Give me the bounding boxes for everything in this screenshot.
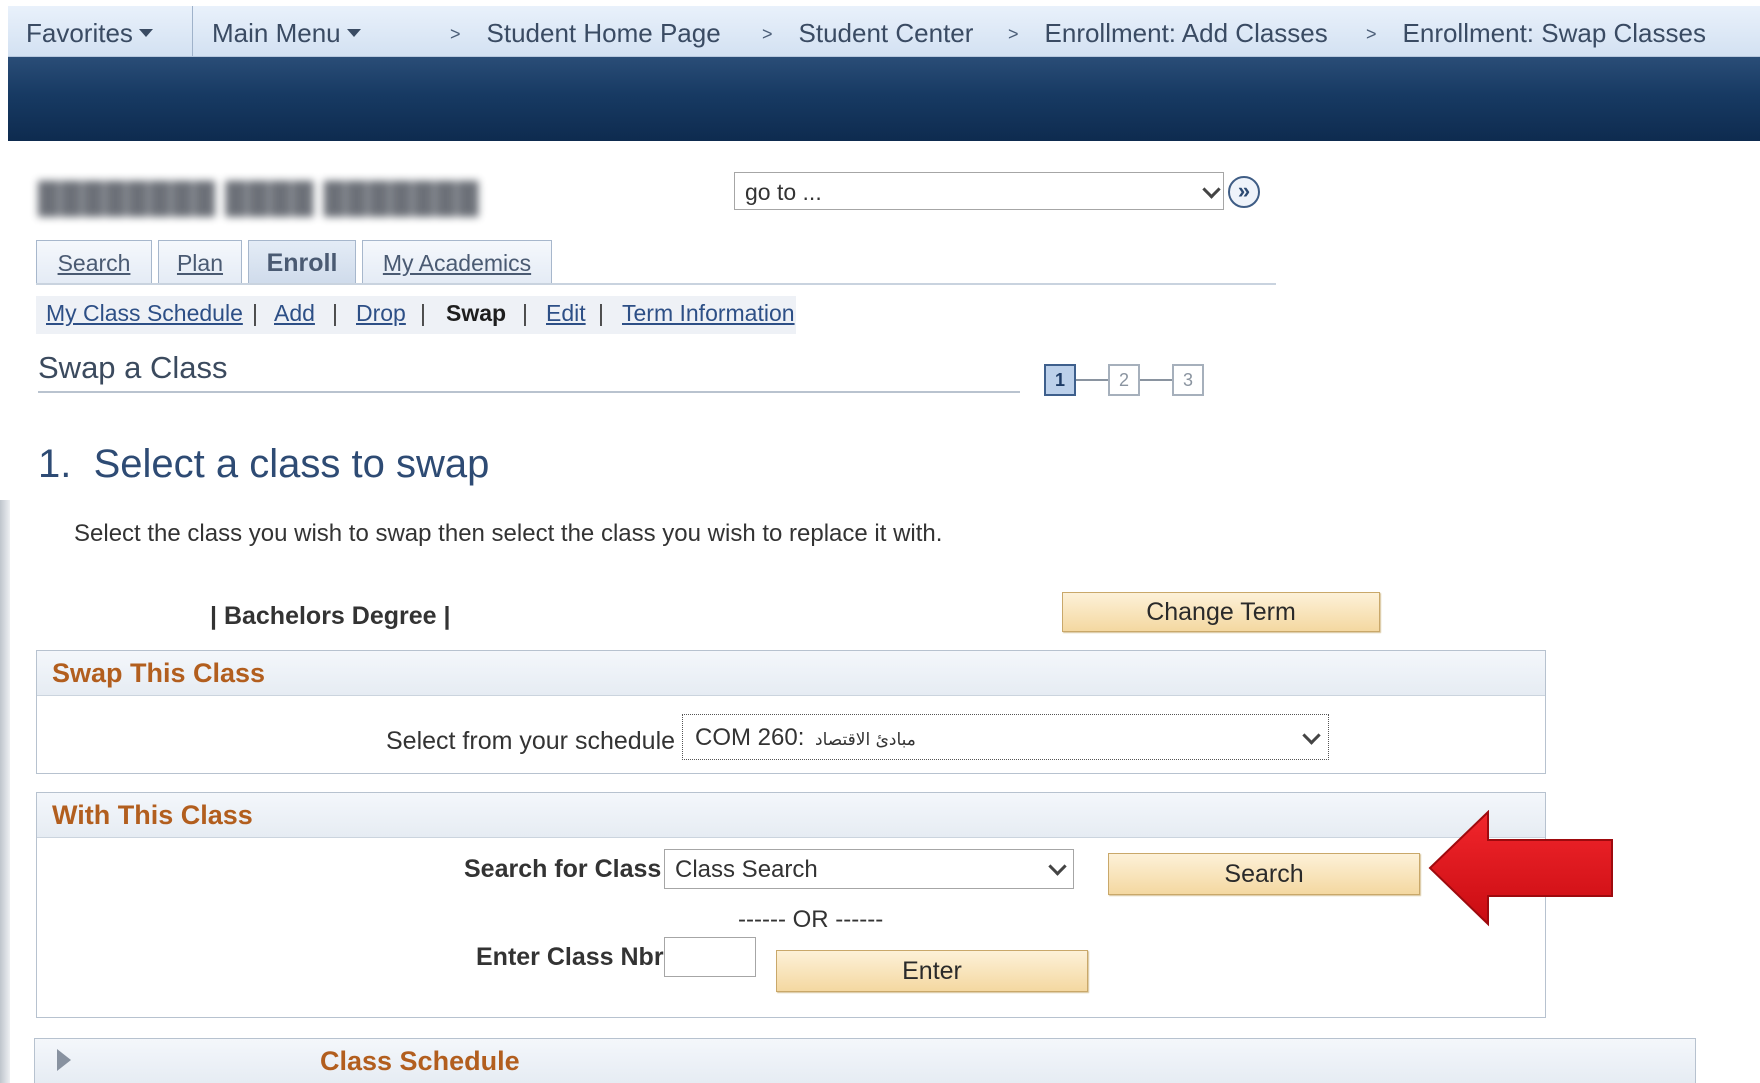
subnav-add[interactable]: Add	[274, 300, 315, 327]
change-term-button[interactable]: Change Term	[1062, 592, 1380, 632]
tab-label: My Academics	[382, 250, 532, 276]
chevron-right-icon: >	[1008, 24, 1019, 44]
search-button[interactable]: Search	[1108, 853, 1420, 895]
class-search-dropdown[interactable]: Class Search	[664, 849, 1074, 889]
caret-down-icon	[346, 29, 361, 38]
class-schedule-collapsible[interactable]: Class Schedule	[34, 1038, 1696, 1083]
divider: |	[598, 300, 604, 326]
expand-triangle-icon[interactable]	[57, 1049, 71, 1071]
step-heading: 1. Select a class to swap	[38, 442, 490, 486]
section-header: Swap This Class	[37, 651, 1545, 696]
divider: |	[332, 300, 338, 326]
tab-label: Search	[57, 250, 131, 276]
student-name-redacted: ████████ ████ ███████	[38, 182, 480, 215]
breadcrumb-label: Student Home Page	[486, 18, 721, 48]
schedule-selected-value: COM 260: مبادئ الاقتصاد	[695, 724, 916, 752]
subnav-my-class-schedule[interactable]: My Class Schedule	[46, 300, 243, 327]
class-nbr-label: Enter Class Nbr	[476, 943, 664, 971]
divider	[192, 6, 193, 56]
section-header: With This Class	[37, 793, 1545, 838]
class-code: COM 260:	[695, 724, 805, 751]
subnav-term-information[interactable]: Term Information	[622, 300, 795, 327]
goto-button[interactable]: »	[1228, 176, 1260, 208]
or-separator: ------ OR ------	[738, 906, 884, 933]
tab-enroll[interactable]: Enroll	[248, 240, 356, 284]
breadcrumb-student-center[interactable]: > Student Center	[762, 18, 973, 49]
main-menu-label: Main Menu	[212, 18, 341, 48]
breadcrumb-student-home[interactable]: > Student Home Page	[450, 18, 721, 49]
tab-search[interactable]: Search	[36, 240, 152, 284]
breadcrumb-label: Enrollment: Swap Classes	[1402, 18, 1706, 48]
class-name: مبادئ الاقتصاد	[815, 730, 916, 750]
step-1-indicator: 1	[1044, 364, 1076, 396]
career-label: | Bachelors Degree |	[210, 602, 451, 630]
favorites-label: Favorites	[26, 18, 133, 48]
schedule-class-dropdown[interactable]: COM 260: مبادئ الاقتصاد	[682, 714, 1329, 760]
search-for-class-label: Search for Class	[464, 855, 662, 883]
chevron-right-icon: >	[762, 24, 773, 44]
double-chevron-right-icon: »	[1237, 178, 1251, 203]
divider: |	[420, 300, 426, 326]
chevron-right-icon: >	[450, 24, 461, 44]
favorites-menu[interactable]: Favorites	[26, 18, 153, 49]
class-nbr-input[interactable]	[664, 937, 756, 977]
chevron-right-icon: >	[1366, 24, 1377, 44]
class-schedule-title: Class Schedule	[320, 1046, 520, 1076]
goto-dropdown[interactable]: go to ...	[734, 172, 1224, 210]
chevron-down-icon	[1202, 180, 1221, 199]
tab-label: Enroll	[266, 249, 338, 277]
subnav-swap: Swap	[446, 300, 507, 326]
class-search-value: Class Search	[675, 856, 818, 883]
section-title: Swap This Class	[52, 658, 266, 688]
subnav-drop[interactable]: Drop	[356, 300, 406, 327]
enter-button[interactable]: Enter	[776, 950, 1088, 992]
page-edge-shadow	[0, 500, 10, 1083]
divider: |	[252, 300, 258, 326]
subnav-edit[interactable]: Edit	[546, 300, 586, 327]
tab-my-academics[interactable]: My Academics	[362, 240, 552, 284]
goto-value: go to ...	[745, 179, 822, 205]
step-connector	[1140, 379, 1172, 381]
divider: |	[522, 300, 528, 326]
step-connector	[1076, 379, 1108, 381]
chevron-down-icon	[1048, 857, 1067, 876]
step-2-indicator: 2	[1108, 364, 1140, 396]
page-title: Swap a Class	[38, 350, 228, 385]
top-navigation-bar: Favorites Main Menu > Student Home Page >…	[8, 6, 1760, 57]
red-arrow-annotation-icon	[1428, 810, 1613, 927]
schedule-select-label: Select from your schedule	[386, 727, 676, 755]
caret-down-icon	[138, 29, 153, 38]
instructions-text: Select the class you wish to swap then s…	[74, 520, 943, 547]
divider	[38, 391, 1020, 393]
header-banner	[8, 57, 1760, 141]
breadcrumb-swap-classes[interactable]: > Enrollment: Swap Classes	[1366, 18, 1706, 49]
chevron-down-icon	[1302, 726, 1321, 745]
tab-label: Plan	[176, 250, 224, 276]
tab-underline	[36, 283, 1276, 285]
main-menu[interactable]: Main Menu	[212, 18, 361, 49]
section-title: With This Class	[52, 800, 253, 830]
step-3-indicator: 3	[1172, 364, 1204, 396]
tab-plan[interactable]: Plan	[158, 240, 242, 284]
breadcrumb-add-classes[interactable]: > Enrollment: Add Classes	[1008, 18, 1328, 49]
breadcrumb-label: Enrollment: Add Classes	[1044, 18, 1328, 48]
breadcrumb-label: Student Center	[798, 18, 974, 48]
